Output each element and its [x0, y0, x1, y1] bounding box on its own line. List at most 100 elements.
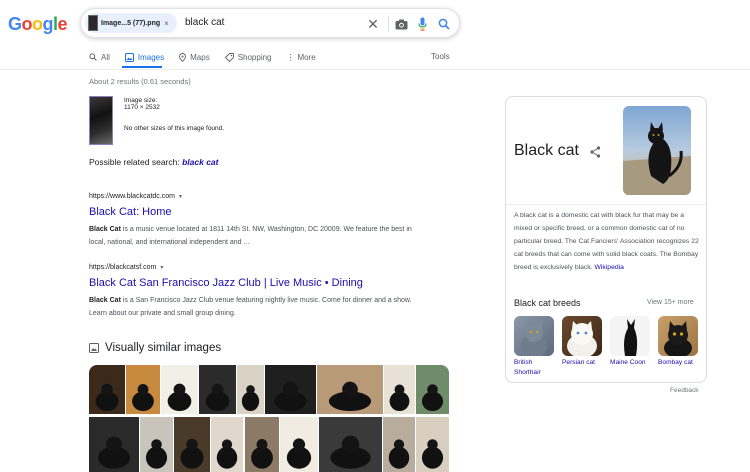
breed-card-persian-cat[interactable]: Persian cat: [562, 316, 602, 368]
search-query-input[interactable]: black cat: [185, 17, 224, 28]
tab-shopping-label: Shopping: [237, 52, 272, 62]
knowledge-panel-divider: [506, 204, 706, 205]
breed-card-bombay-cat[interactable]: Bombay cat: [658, 316, 698, 368]
uploaded-image-filename: Image...5 (77).png: [101, 19, 161, 27]
search-result: https://www.blackcatdc.com ▾ Black Cat: …: [89, 193, 429, 249]
result-snippet-bold: Black Cat: [89, 226, 121, 233]
chevron-down-icon[interactable]: ▾: [179, 193, 182, 200]
share-icon[interactable]: [590, 145, 601, 163]
result-snippet-text: is a music venue located at 1811 14th St…: [89, 226, 412, 246]
similar-image[interactable]: [416, 365, 449, 414]
visually-similar-heading: Visually similar images: [105, 342, 222, 354]
similar-image[interactable]: [89, 417, 139, 472]
breeds-heading: Black cat breeds: [514, 298, 581, 308]
chevron-down-icon[interactable]: ▾: [160, 264, 163, 271]
camera-icon[interactable]: [394, 15, 408, 33]
tab-maps[interactable]: Maps: [179, 51, 210, 63]
result-url-text: https://blackcatsf.com: [89, 264, 157, 271]
knowledge-panel-title: Black cat: [514, 142, 579, 159]
knowledge-panel-image[interactable]: [623, 106, 691, 195]
breed-name: Persian cat: [562, 359, 595, 366]
view-more-link[interactable]: View 15+ more: [647, 299, 694, 306]
logo-letter-o2: o: [32, 14, 43, 34]
result-stats: About 2 results (0.61 seconds): [89, 77, 191, 86]
breed-image: [562, 316, 602, 356]
google-logo[interactable]: Google: [8, 14, 68, 35]
similar-image[interactable]: [319, 417, 382, 472]
breed-name: Maine Coon: [610, 359, 646, 366]
result-url[interactable]: https://blackcatsf.com ▾: [89, 264, 429, 271]
similar-image[interactable]: [317, 365, 383, 414]
result-snippet-text: is a San Francisco Jazz Club venue featu…: [89, 297, 412, 317]
tab-all[interactable]: All: [89, 51, 110, 63]
searchbar-divider: [388, 16, 389, 32]
knowledge-panel-description: A black cat is a domestic cat with black…: [514, 210, 704, 275]
breed-name: British Shorthair: [514, 359, 541, 376]
similar-image[interactable]: [140, 417, 173, 472]
search-box[interactable]: Image...5 (77).png × black cat ✕: [80, 8, 460, 38]
related-search-label: Possible related search:: [89, 157, 180, 167]
wikipedia-link[interactable]: Wikipedia: [594, 264, 623, 271]
breed-card-british-shorthair[interactable]: British Shorthair: [514, 316, 554, 377]
related-search-link[interactable]: black cat: [182, 157, 218, 167]
similar-image[interactable]: [199, 365, 236, 414]
clear-icon[interactable]: ✕: [366, 15, 380, 33]
tools-button[interactable]: Tools: [431, 52, 450, 61]
result-snippet: Black Cat is a San Francisco Jazz Club v…: [89, 294, 429, 320]
image-icon: [124, 52, 134, 62]
search-tabs: All Images Maps Shopping ⋮ More: [89, 51, 331, 63]
breed-image: [658, 316, 698, 356]
tab-shopping[interactable]: Shopping: [224, 51, 272, 63]
feedback-link[interactable]: Feedback: [670, 387, 699, 394]
similar-image[interactable]: [237, 365, 264, 414]
similar-image[interactable]: [245, 417, 279, 472]
related-search: Possible related search: black cat: [89, 157, 218, 167]
microphone-icon[interactable]: [416, 15, 428, 33]
similar-image[interactable]: [265, 365, 316, 414]
result-title-link[interactable]: Black Cat: Home: [89, 206, 429, 218]
visually-similar-header: Visually similar images: [89, 342, 221, 354]
similar-image[interactable]: [126, 365, 160, 414]
search-icon[interactable]: [437, 15, 451, 33]
search-result: https://blackcatsf.com ▾ Black Cat San F…: [89, 264, 429, 320]
no-other-sizes-text: No other sizes of this image found.: [124, 125, 225, 132]
similar-image[interactable]: [383, 417, 415, 472]
tab-more-label: More: [297, 52, 316, 62]
result-snippet-bold: Black Cat: [89, 297, 121, 304]
similar-image[interactable]: [384, 365, 415, 414]
result-title-link[interactable]: Black Cat San Francisco Jazz Club | Live…: [89, 277, 429, 289]
uploaded-image-chip-thumbnail: [88, 15, 98, 31]
image-icon: [89, 343, 99, 353]
similar-image[interactable]: [174, 417, 210, 472]
tab-more[interactable]: ⋮ More: [287, 51, 316, 63]
breed-image: [514, 316, 554, 356]
knowledge-panel: Black cat A black cat is a domestic cat …: [505, 96, 707, 383]
tag-icon: [224, 52, 234, 62]
result-snippet: Black Cat is a music venue located at 18…: [89, 223, 429, 249]
remove-image-button[interactable]: ×: [164, 19, 169, 28]
breed-name: Bombay cat: [658, 359, 693, 366]
tabs-divider: [0, 69, 750, 70]
search-icon: [89, 53, 97, 61]
similar-image[interactable]: [89, 365, 125, 414]
logo-letter-g: G: [8, 14, 22, 34]
tab-images-label: Images: [137, 52, 165, 62]
active-tab-indicator: [122, 66, 162, 68]
tab-all-label: All: [101, 52, 110, 62]
logo-letter-g2: g: [42, 14, 54, 34]
similar-image[interactable]: [416, 417, 449, 472]
similar-image[interactable]: [211, 417, 243, 472]
tab-maps-label: Maps: [190, 52, 210, 62]
image-size-label: Image size:: [124, 97, 158, 104]
more-vertical-icon: ⋮: [286, 52, 295, 62]
similar-image[interactable]: [280, 417, 318, 472]
similar-image[interactable]: [161, 365, 198, 414]
tab-images[interactable]: Images: [124, 51, 165, 63]
breed-image: [610, 316, 650, 356]
uploaded-image-thumbnail[interactable]: [89, 96, 113, 145]
breed-card-maine-coon[interactable]: Maine Coon: [610, 316, 650, 368]
uploaded-image-chip[interactable]: Image...5 (77).png ×: [85, 13, 177, 33]
result-url[interactable]: https://www.blackcatdc.com ▾: [89, 193, 429, 200]
map-pin-icon: [179, 52, 187, 62]
logo-letter-e: e: [57, 14, 68, 34]
